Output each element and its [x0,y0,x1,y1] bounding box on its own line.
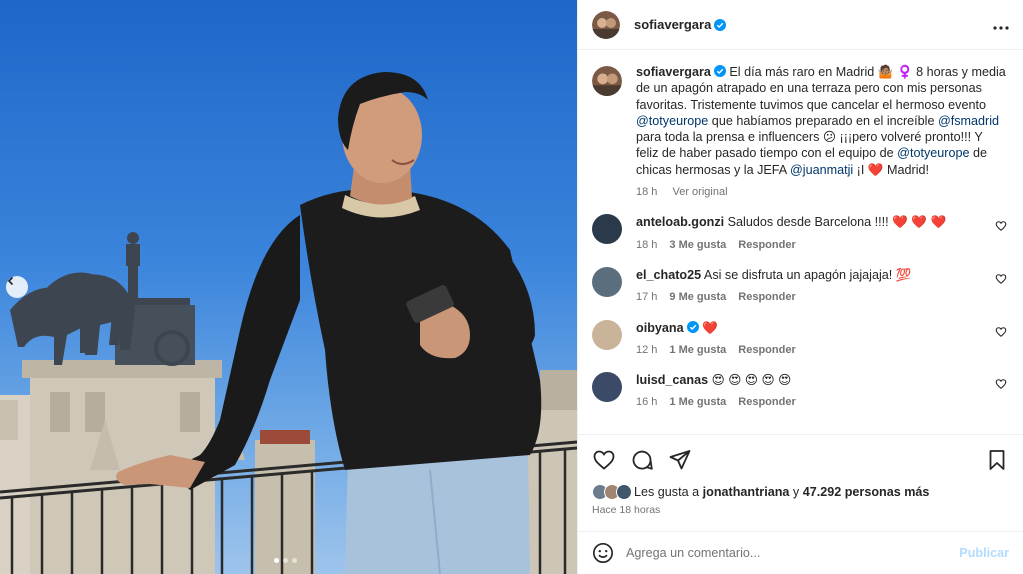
comment-body: luisd_canas 😍 😍 😍 😍 😍 16 h 1 Me gusta Respo… [636,372,995,411]
comment-time[interactable]: 16 h [636,396,657,408]
caption-body: sofiavergara El día más raro en Madrid 🤷… [636,64,1007,200]
heart-icon[interactable] [592,448,616,472]
heart-icon[interactable] [995,326,1007,338]
add-comment-bar: Publicar [578,531,1023,574]
comment-text: Asi se disfruta un apagón jajajaja! 💯 [703,267,912,282]
see-original-link[interactable]: Ver original [672,186,727,198]
comment-item: anteloab.gonzi Saludos desde Barcelona !… [592,214,1007,253]
comment-username[interactable]: oibyana [636,321,684,335]
heart-icon[interactable] [995,273,1007,285]
avatar [616,484,632,500]
reply-button[interactable]: Responder [738,239,795,251]
emoji-icon[interactable] [592,542,614,564]
comment-time[interactable]: 17 h [636,291,657,303]
avatar[interactable] [592,66,622,96]
caption-fragment: ❤️ [867,162,884,177]
caption-meta: 18 h Ver original [636,184,1007,200]
caption-fragment: que habíamos preparado en el increíble [708,113,938,128]
comments-scroll-area[interactable]: sofiavergara El día más raro en Madrid 🤷… [578,50,1023,434]
likes-first-user[interactable]: jonathantriana [703,485,790,499]
post-header: sofiavergara [578,0,1023,50]
caption-username[interactable]: sofiavergara [636,65,711,79]
more-icon [993,26,1009,30]
caption-time[interactable]: 18 h [636,186,657,198]
carousel-dot [292,558,297,563]
carousel-indicator [274,558,297,563]
comment-item: oibyana ❤️ 12 h 1 Me gusta Responder [592,319,1007,359]
post-author-username[interactable]: sofiavergara [634,17,711,32]
comment-likes[interactable]: 1 Me gusta [669,344,726,356]
comment-body: el_chato25 Asi se disfruta un apagón jaj… [636,267,995,306]
mention-link[interactable]: @fsmadrid [938,114,999,128]
avatar[interactable] [592,319,622,350]
reply-button[interactable]: Responder [738,344,795,356]
caption-fragment: ¡I [853,162,868,177]
publish-button[interactable]: Publicar [959,546,1009,560]
verified-icon [686,320,699,333]
avatar[interactable] [592,214,622,245]
mention-link[interactable]: @totyeurope [897,146,969,160]
comment-meta: 17 h 9 Me gusta Responder [636,289,995,305]
comment-likes[interactable]: 9 Me gusta [669,291,726,303]
mention-link[interactable]: @juanmatji [790,163,853,177]
post-image[interactable] [0,0,577,574]
comment-meta: 18 h 3 Me gusta Responder [636,237,995,253]
action-bar [578,434,1023,484]
liker-avatars[interactable] [592,484,632,500]
likes-middle: y [792,485,800,499]
caption: sofiavergara El día más raro en Madrid 🤷… [592,64,1007,200]
carousel-dot [274,558,279,563]
comment-meta: 12 h 1 Me gusta Responder [636,342,995,358]
caption-text: sofiavergara El día más raro en Madrid 🤷… [636,64,1007,178]
heart-icon[interactable] [995,378,1007,390]
mention-link[interactable]: @totyeurope [636,114,708,128]
comment-item: el_chato25 Asi se disfruta un apagón jaj… [592,266,1007,306]
verified-icon [713,65,726,77]
chevron-left-icon [7,276,14,286]
caption-content: El día más raro en Madrid 🤷🏽 ♀️ 8 horas … [636,65,1006,177]
caption-fragment: Madrid! [883,162,930,177]
avatar[interactable] [592,10,620,39]
share-icon[interactable] [668,448,692,472]
likes-count[interactable]: 47.292 personas más [803,485,930,499]
avatar[interactable] [592,266,622,297]
reply-button[interactable]: Responder [738,291,795,303]
reply-button[interactable]: Responder [738,396,795,408]
avatar[interactable] [592,372,622,403]
comment-likes[interactable]: 1 Me gusta [669,396,726,408]
comment-time[interactable]: 12 h [636,344,657,356]
more-options-button[interactable] [993,14,1009,35]
caption-fragment: El día más raro en Madrid [729,65,878,79]
comment-item: luisd_canas 😍 😍 😍 😍 😍 16 h 1 Me gusta Respo… [592,372,1007,411]
instagram-post: sofiavergara sofiavergara El día más rar… [0,0,1023,574]
verified-icon [714,18,727,31]
comment-time[interactable]: 18 h [636,239,657,251]
photo-illustration [0,72,577,574]
post-side-panel: sofiavergara sofiavergara El día más rar… [577,0,1023,574]
comment-username[interactable]: luisd_canas [636,373,708,387]
bookmark-icon[interactable] [985,448,1009,472]
heart-icon[interactable] [995,220,1007,232]
comment-username[interactable]: el_chato25 [636,268,701,282]
comment-body: anteloab.gonzi Saludos desde Barcelona !… [636,214,995,253]
comment-text: Saludos desde Barcelona !!!! ❤️ ❤️ ❤️ [727,215,947,230]
comment-list: anteloab.gonzi Saludos desde Barcelona !… [592,214,1007,410]
carousel-prev-button[interactable] [6,276,28,298]
likes-summary: Les gusta a jonathantriana y 47.292 pers… [592,484,1009,500]
comment-likes[interactable]: 3 Me gusta [669,239,726,251]
likes-prefix: Les gusta a [634,485,700,499]
caption-fragment: 🤷🏽 [877,65,894,79]
comment-text: 😍 😍 😍 😍 😍 [711,373,792,388]
post-timestamp[interactable]: Hace 18 horas [592,504,660,516]
comment-text: ❤️ [702,320,718,335]
carousel-dot [283,558,288,563]
comment-meta: 16 h 1 Me gusta Responder [636,394,995,410]
comment-body: oibyana ❤️ 12 h 1 Me gusta Responder [636,320,995,359]
comment-username[interactable]: anteloab.gonzi [636,215,724,229]
comment-icon[interactable] [630,448,654,472]
comment-input[interactable] [626,546,960,560]
